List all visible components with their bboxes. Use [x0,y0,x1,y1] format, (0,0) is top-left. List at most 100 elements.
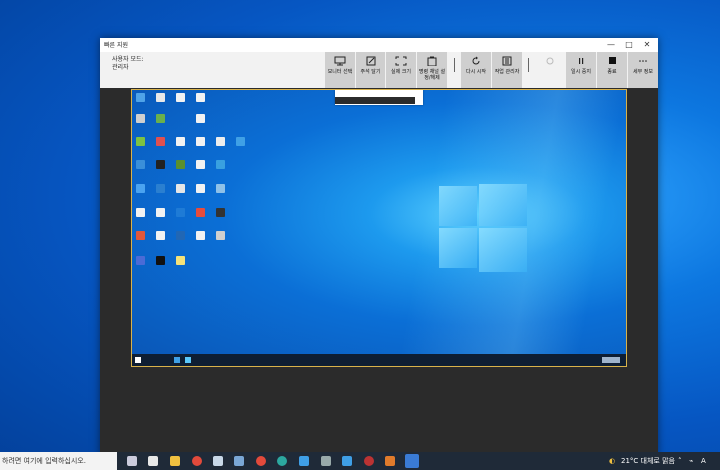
desktop-icon[interactable] [156,93,165,102]
desktop-icon[interactable] [216,184,225,193]
actual-size-button[interactable]: 실제 크기 [386,52,416,88]
app-icon[interactable] [213,456,223,466]
desktop-icon[interactable] [136,93,145,102]
user-mode-label: 사용자 모드: [112,56,144,63]
chrome-icon[interactable] [256,456,266,466]
user-mode: 사용자 모드: 관리자 [112,56,144,72]
desktop-icon[interactable] [156,114,165,123]
toggle-channel-button[interactable]: 명령 채널 설정/해제 [417,52,447,88]
details-button[interactable]: 세부 정보 [628,52,658,88]
desktop-icon[interactable] [176,137,185,146]
command-bar: 사용자 모드: 관리자 모니터 선택 주석 달기 실제 크기 명령 채널 설정/… [100,52,658,88]
desktop-icon[interactable] [156,137,165,146]
task-manager-button[interactable]: 작업 관리자 [492,52,522,88]
laser-pointer-button[interactable] [535,52,565,88]
desktop-icon[interactable] [216,231,225,240]
task-view-icon[interactable] [127,456,137,466]
app-icon[interactable] [364,456,374,466]
remote-window-bar [335,97,415,104]
task-manager-icon [502,56,512,66]
annotate-button[interactable]: 주석 달기 [356,52,385,88]
user-mode-value: 관리자 [112,64,129,71]
desktop-icon[interactable] [176,160,185,169]
edge-icon[interactable] [277,456,287,466]
toolbar-separator [528,58,529,72]
logo-pane [479,228,527,272]
remote-quick-assist-window[interactable] [335,90,423,105]
weather-icon[interactable]: ◐ [609,452,619,470]
desktop-icon[interactable] [136,208,145,217]
desktop-icon[interactable] [176,231,185,240]
desktop-icon[interactable] [196,137,205,146]
pause-button[interactable]: 일시 중지 [566,52,596,88]
quick-assist-icon[interactable] [405,454,419,468]
desktop-icon[interactable] [176,184,185,193]
title-bar: 빠른 지원 — □ ✕ [100,38,658,52]
input-language[interactable]: A [701,452,709,470]
annotate-label: 주석 달기 [360,69,381,75]
desktop-icon[interactable] [136,114,145,123]
desktop-icon[interactable] [136,256,145,265]
window-title: 빠른 지원 [104,42,128,49]
maximize-button[interactable]: □ [620,38,638,52]
desktop-icon[interactable] [176,208,185,217]
desktop-icon[interactable] [196,93,205,102]
desktop-icon[interactable] [156,160,165,169]
logo-pane [439,228,477,268]
desktop-icon[interactable] [156,208,165,217]
ie-icon[interactable] [299,456,309,466]
pause-icon [579,58,584,64]
search-box[interactable]: 하려면 여기에 입력하십시오. [0,452,117,470]
app-icon[interactable] [174,357,180,363]
restart-label: 다시 시작 [466,69,486,75]
network-icon[interactable]: ⌁ [689,452,697,470]
desktop-icon[interactable] [196,208,205,217]
desktop-icon[interactable] [156,184,165,193]
ie-icon[interactable] [342,456,352,466]
desktop-icon[interactable] [176,93,185,102]
logo-pane [439,186,477,226]
close-button[interactable]: ✕ [638,38,656,52]
desktop-icon[interactable] [176,256,185,265]
app-icon[interactable] [234,456,244,466]
desktop-icon[interactable] [216,208,225,217]
desktop-icon[interactable] [136,184,145,193]
desktop-icon[interactable] [136,160,145,169]
remote-taskbar [132,354,626,366]
store-icon[interactable] [148,456,158,466]
toggle-channel-label: 명령 채널 설정/해제 [418,69,446,81]
desktop-icon[interactable] [196,184,205,193]
chevron-up-icon[interactable]: ˄ [678,452,686,470]
start-icon[interactable] [135,357,141,363]
pause-label: 일시 중지 [571,69,591,75]
end-button[interactable]: 종료 [597,52,627,88]
quick-assist-window: 빠른 지원 — □ ✕ 사용자 모드: 관리자 모니터 선택 주석 달기 실제 … [100,38,658,456]
stop-icon [609,57,616,64]
desktop-icon[interactable] [216,160,225,169]
select-monitor-button[interactable]: 모니터 선택 [325,52,355,88]
task-manager-label: 작업 관리자 [494,69,520,75]
monitor-icon [334,56,346,66]
desktop-icon[interactable] [196,231,205,240]
app-icon[interactable] [321,456,331,466]
desktop-icon[interactable] [136,137,145,146]
desktop-icon[interactable] [216,137,225,146]
desktop-icon[interactable] [196,114,205,123]
fit-screen-icon [395,56,407,66]
chrome-icon[interactable] [192,456,202,466]
desktop-icon[interactable] [236,137,245,146]
minimize-button[interactable]: — [602,38,620,52]
remote-desktop-view[interactable] [131,89,627,367]
file-explorer-icon[interactable] [170,456,180,466]
app-icon[interactable] [385,456,395,466]
details-label: 세부 정보 [633,69,653,75]
laser-pointer-icon [546,57,554,65]
restart-button[interactable]: 다시 시작 [461,52,491,88]
desktop-icon[interactable] [156,256,165,265]
app-icon[interactable] [185,357,191,363]
logo-pane [479,184,527,226]
desktop-icon[interactable] [136,231,145,240]
desktop-icon[interactable] [156,231,165,240]
desktop-icon[interactable] [196,160,205,169]
weather-text[interactable]: 21°C 대체로 맑음 [621,452,681,470]
